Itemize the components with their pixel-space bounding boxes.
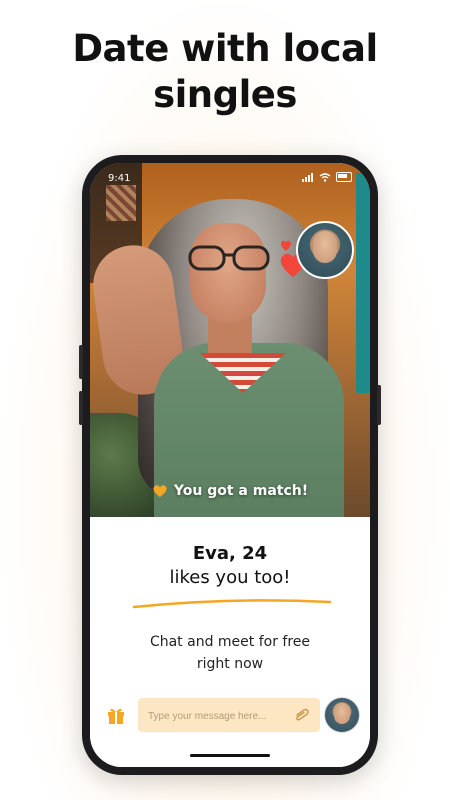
page-headline: Date with local singles (0, 26, 450, 118)
status-bar: 9:41 (90, 169, 370, 189)
cta-line-1: Chat and meet for free (149, 634, 311, 650)
headline-line-1: Date with local (72, 27, 378, 70)
profile-photo: 9:41 You got a match! (90, 163, 370, 517)
underline-stroke (132, 599, 332, 609)
volume-down-button (79, 391, 83, 425)
match-subtitle: likes you too! (169, 567, 291, 588)
match-name-age: Eva, 24 (192, 543, 268, 564)
paperclip-icon[interactable] (294, 708, 310, 722)
match-banner-text: You got a match! (173, 483, 309, 499)
wifi-icon (319, 172, 331, 182)
home-indicator (190, 754, 270, 757)
cta-text: Chat and meet for free right now (90, 631, 370, 675)
phone-screen: 9:41 You got a match! Eva, 24 likes you … (90, 163, 370, 767)
promo-page: Date with local singles 9:41 You got a m… (0, 0, 450, 800)
user-avatar[interactable] (324, 697, 360, 733)
power-button (377, 385, 381, 425)
headline-line-2: singles (153, 73, 297, 116)
gift-icon[interactable] (106, 705, 126, 725)
match-card: Eva, 24 likes you too! Chat and meet for… (90, 517, 370, 767)
cta-line-2: right now (196, 656, 264, 672)
glasses-shape (188, 245, 270, 271)
message-field[interactable] (138, 698, 320, 734)
status-time: 9:41 (108, 173, 131, 184)
heart-icon (153, 485, 167, 497)
message-input[interactable] (146, 698, 296, 734)
signal-icon (302, 172, 313, 182)
match-banner: You got a match! (90, 483, 370, 499)
match-avatar (296, 221, 354, 279)
phone-frame: 9:41 You got a match! Eva, 24 likes you … (79, 155, 381, 775)
message-composer (90, 695, 370, 735)
volume-up-button (79, 345, 83, 379)
battery-icon (336, 172, 352, 182)
